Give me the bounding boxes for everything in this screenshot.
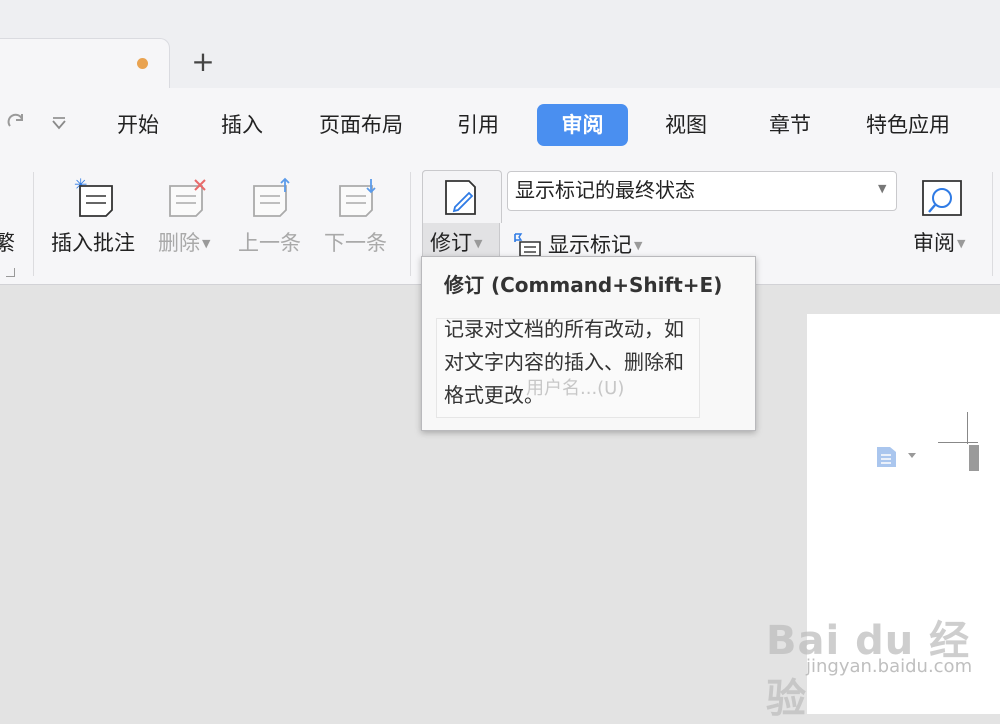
reviewing-pane-icon[interactable]	[920, 178, 964, 224]
delete-comment-label: 删除	[158, 231, 200, 255]
page-margin-marker	[938, 442, 978, 443]
menu-tab-review[interactable]: 审阅	[537, 104, 628, 146]
show-markup-label: 显示标记	[548, 233, 632, 257]
truncated-group-label[interactable]: 繁	[0, 228, 15, 258]
display-for-review-value: 显示标记的最终状态	[515, 178, 695, 202]
next-comment-button: 下一条	[324, 231, 387, 255]
group-launcher-icon[interactable]	[6, 268, 15, 277]
delete-comment-icon	[166, 176, 210, 222]
menu-tab-chapter[interactable]: 章节	[756, 104, 824, 146]
track-changes-label-wrap[interactable]: 修订 ▼	[430, 228, 482, 259]
insert-comment-button[interactable]: 插入批注	[51, 228, 135, 258]
quick-access-dropdown-icon[interactable]	[50, 114, 68, 139]
track-changes-label: 修订	[430, 231, 472, 255]
previous-comment-icon	[250, 176, 294, 222]
delete-comment-button: 删除 ▼	[158, 228, 210, 259]
ribbon-separator	[410, 172, 411, 276]
ribbon-separator	[992, 172, 993, 276]
menu-tab-special-apps[interactable]: 特色应用	[856, 104, 960, 146]
reviewing-pane-button[interactable]: 审阅 ▼	[913, 228, 965, 259]
watermark-url: jingyan.baidu.com	[806, 656, 973, 677]
tooltip-line: 对文字内容的插入、删除和	[444, 350, 684, 374]
chevron-down-icon: ▼	[634, 239, 643, 252]
chevron-down-icon: ▼	[202, 237, 211, 250]
tooltip-title: 修订 (Command+Shift+E)	[444, 273, 723, 297]
track-changes-icon	[441, 177, 481, 221]
tooltip-line: 格式更改。	[444, 383, 544, 407]
new-tab-button[interactable]: +	[190, 46, 216, 78]
reviewing-pane-label: 审阅	[913, 231, 955, 255]
menu-tab-insert[interactable]: 插入	[208, 104, 276, 146]
menu-tab-page-layout[interactable]: 页面布局	[308, 104, 414, 146]
paragraph-marker-icon[interactable]	[876, 446, 920, 472]
menu-tab-references[interactable]: 引用	[444, 104, 512, 146]
next-comment-icon	[336, 176, 380, 222]
page-margin-marker	[967, 412, 968, 444]
text-cursor	[969, 445, 979, 471]
insert-comment-icon[interactable]: ✳	[72, 175, 116, 222]
menu-tab-home[interactable]: 开始	[104, 104, 172, 146]
chevron-down-icon[interactable]: ▼	[878, 182, 886, 195]
unsaved-indicator-dot	[137, 58, 148, 69]
previous-comment-button: 上一条	[238, 231, 301, 255]
menu-tab-view[interactable]: 视图	[652, 104, 720, 146]
ribbon-separator	[33, 172, 34, 276]
chevron-down-icon: ▼	[474, 237, 483, 250]
chevron-down-icon: ▼	[957, 237, 966, 250]
redo-icon[interactable]	[6, 112, 28, 140]
tooltip-line: 记录对文档的所有改动，如	[444, 317, 684, 341]
